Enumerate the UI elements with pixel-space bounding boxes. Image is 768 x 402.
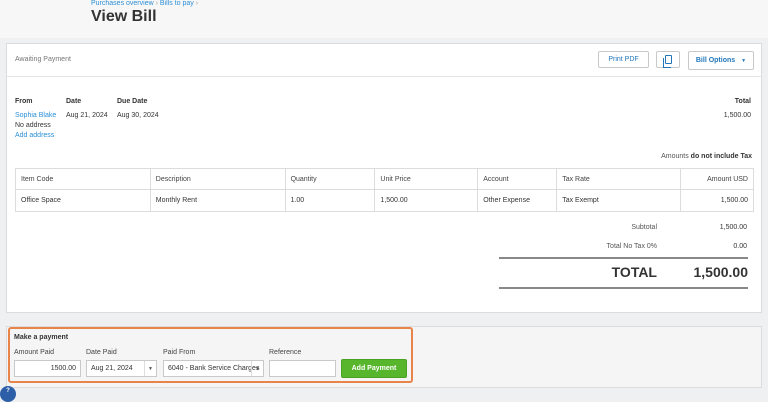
due-date-value: Aug 30, 2024 <box>117 112 159 119</box>
table-cell: 1,500.00 <box>374 189 479 212</box>
tax-note-value: do not include Tax <box>690 153 752 160</box>
bill-panel-header: Awaiting Payment Print PDF Bill Options … <box>7 44 761 77</box>
tax-total-label: Total No Tax 0% <box>606 243 657 250</box>
date-label: Date <box>66 98 82 105</box>
table-cell: 1,500.00 <box>680 189 754 212</box>
page-title: View Bill <box>91 8 157 25</box>
chevron-down-icon[interactable]: ▼ <box>251 361 263 376</box>
amount-paid-label: Amount Paid <box>14 349 55 356</box>
due-date-label: Due Date <box>117 98 148 105</box>
bill-options-button[interactable]: Bill Options ▼ <box>688 51 754 70</box>
bill-total-value: 1,500.00 <box>723 112 751 119</box>
column-header: Quantity <box>284 168 376 190</box>
bill-date-value: Aug 21, 2024 <box>66 112 108 119</box>
grand-total-value: 1,500.00 <box>693 264 749 280</box>
grand-total-label: TOTAL <box>611 264 657 280</box>
paid-from-value: 6040 - Bank Service Charges <box>168 365 260 372</box>
tax-note-prefix: Amounts <box>661 153 689 160</box>
breadcrumb-bills-to-pay[interactable]: Bills to pay <box>160 0 194 7</box>
reference-input[interactable] <box>269 360 336 377</box>
column-header: Description <box>149 168 286 190</box>
subtotal-label: Subtotal <box>631 224 657 231</box>
add-payment-button[interactable]: Add Payment <box>341 359 407 378</box>
reference-label: Reference <box>269 349 302 356</box>
date-paid-label: Date Paid <box>86 349 117 356</box>
total-label: Total <box>734 98 751 105</box>
contact-address: No address <box>15 122 51 129</box>
add-address-link[interactable]: Add address <box>15 132 54 139</box>
tax-total-value: 0.00 <box>733 243 747 250</box>
table-cell: Tax Exempt <box>556 189 681 212</box>
paid-from-select[interactable]: 6040 - Bank Service Charges ▼ <box>163 360 264 377</box>
table-row: Office Space Monthly Rent 1.00 1,500.00 … <box>15 189 754 212</box>
subtotal-value: 1,500.00 <box>719 224 747 231</box>
breadcrumb-separator: › <box>195 0 199 7</box>
payment-title: Make a payment <box>14 334 69 341</box>
paid-from-label: Paid From <box>163 349 196 356</box>
amount-paid-input[interactable]: 1500.00 <box>14 360 81 377</box>
column-header: Account <box>477 168 558 190</box>
chevron-down-icon[interactable]: ▼ <box>144 361 156 376</box>
tax-note: Amounts do not include Tax <box>661 153 752 160</box>
help-icon[interactable]: ? <box>0 386 16 402</box>
bill-panel: Awaiting Payment Print PDF Bill Options … <box>6 43 762 313</box>
totals-divider <box>499 257 748 259</box>
chevron-down-icon: ▼ <box>741 57 747 64</box>
breadcrumb-purchases-overview[interactable]: Purchases overview <box>91 0 154 7</box>
contact-name-link[interactable]: Sophia Blake <box>15 112 56 119</box>
column-header: Amount USD <box>680 168 754 190</box>
totals-divider <box>499 287 748 289</box>
table-cell: 1.00 <box>284 189 376 212</box>
column-header: Unit Price <box>374 168 479 190</box>
breadcrumb-separator: › <box>155 0 158 7</box>
column-header: Tax Rate <box>556 168 681 190</box>
table-cell: Other Expense <box>477 189 558 212</box>
copy-button[interactable] <box>656 51 680 68</box>
page-header: Purchases overview › Bills to pay › View… <box>0 0 768 38</box>
table-cell: Monthly Rent <box>149 189 286 212</box>
print-pdf-button[interactable]: Print PDF <box>598 51 649 68</box>
line-items-table: Item Code Description Quantity Unit Pric… <box>15 168 754 212</box>
from-label: From <box>15 98 33 105</box>
table-header-row: Item Code Description Quantity Unit Pric… <box>15 168 754 190</box>
date-paid-picker[interactable]: Aug 21, 2024 ▼ <box>86 360 157 377</box>
table-cell: Office Space <box>15 189 151 212</box>
bill-options-label: Bill Options <box>695 57 736 64</box>
breadcrumb: Purchases overview › Bills to pay › <box>91 0 198 7</box>
column-header: Item Code <box>15 168 151 190</box>
status-label: Awaiting Payment <box>15 56 71 63</box>
copy-document-icon <box>662 55 672 68</box>
date-paid-value: Aug 21, 2024 <box>91 365 133 372</box>
